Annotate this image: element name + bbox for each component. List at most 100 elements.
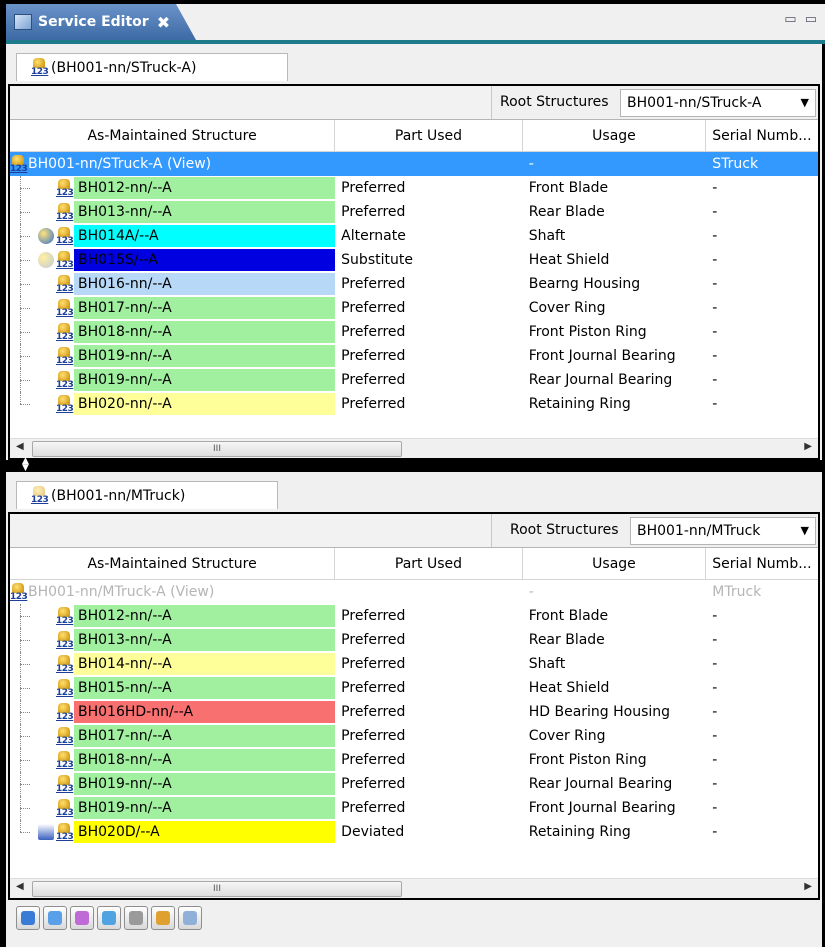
tree-connector xyxy=(20,260,30,261)
table-row[interactable]: 123 BH019-nn/--A Preferred Rear Journal Bea… xyxy=(10,368,818,392)
tree-connector xyxy=(20,284,30,285)
usage-cell: Rear Journal Bearing xyxy=(528,372,673,388)
part-used-cell: Preferred xyxy=(341,324,406,340)
top-horizontal-scrollbar[interactable]: ◀ III ▶ xyxy=(10,438,818,458)
column-header-usage[interactable]: Usage xyxy=(523,548,707,579)
top-structure-tab[interactable]: 123 (BH001-nn/STruck-A) xyxy=(16,53,288,81)
bottom-horizontal-scrollbar[interactable]: ◀ III ▶ xyxy=(10,878,818,898)
column-header-serial[interactable]: Serial Numb... xyxy=(706,120,818,151)
table-row[interactable]: 123 BH013-nn/--A Preferred Rear Blade - xyxy=(10,628,818,652)
serial-cell: - xyxy=(712,752,718,768)
column-header-serial[interactable]: Serial Numb... xyxy=(706,548,818,579)
editor-icon xyxy=(14,14,32,30)
table-row[interactable]: 123 BH015S/--A Substitute Heat Shield - xyxy=(10,248,818,272)
usage-cell: Retaining Ring xyxy=(528,824,631,840)
part-name: BH019-nn/--A xyxy=(74,369,336,391)
service-editor-tab[interactable]: Service Editor ✖ xyxy=(6,4,196,40)
table-row[interactable]: 123 BH017-nn/--A Preferred Cover Ring - xyxy=(10,724,818,748)
image-icon xyxy=(75,911,89,925)
table-row[interactable]: 123 BH019-nn/--A Preferred Rear Journal Bea… xyxy=(10,772,818,796)
navigate-button[interactable] xyxy=(16,906,40,930)
name-cell: 123 BH019-nn/--A xyxy=(10,368,336,392)
search-button[interactable] xyxy=(178,906,202,930)
name-cell: 123 BH018-nn/--A xyxy=(10,748,336,772)
table-row[interactable]: 123 BH015-nn/--A Preferred Heat Shield - xyxy=(10,676,818,700)
column-header-part-used[interactable]: Part Used xyxy=(335,548,523,579)
part-name: BH012-nn/--A xyxy=(74,605,336,627)
scroll-right-icon[interactable]: ▶ xyxy=(804,881,812,892)
name-cell: 123 BH014A/--A xyxy=(10,224,336,248)
part-used-cell: Preferred xyxy=(341,728,406,744)
name-cell: 123 BH014-nn/--A xyxy=(10,652,336,676)
name-cell: 123 BH017-nn/--A xyxy=(10,724,336,748)
part-name: BH016HD-nn/--A xyxy=(74,701,336,723)
root-table-row[interactable]: 123 BH001-nn/STruck-A (View) - STruck xyxy=(10,152,818,176)
table-row[interactable]: 123 BH017-nn/--A Preferred Cover Ring - xyxy=(10,296,818,320)
usage-cell: Rear Blade xyxy=(528,632,605,648)
tree-connector xyxy=(20,784,30,785)
bottom-structure-tab[interactable]: 123 (BH001-nn/MTruck) xyxy=(16,481,278,509)
part-used-cell: Preferred xyxy=(341,776,406,792)
serial-cell: - xyxy=(712,800,718,816)
table-row[interactable]: 123 BH019-nn/--A Preferred Front Journal Be… xyxy=(10,796,818,820)
usage-cell: Heat Shield xyxy=(528,680,610,696)
close-icon[interactable]: ✖ xyxy=(157,13,170,32)
table-row[interactable]: 123 BH020-nn/--A Preferred Retaining Ring - xyxy=(10,392,818,416)
part-123-icon: 123 xyxy=(56,275,74,294)
part-name: BH019-nn/--A xyxy=(74,345,336,367)
table-row[interactable]: 123 BH012-nn/--A Preferred Front Blade - xyxy=(10,604,818,628)
sash-arrows-icon[interactable]: ▲ ▼ xyxy=(22,457,29,473)
root-name-text: BH001-nn/STruck-A (View) xyxy=(28,156,212,172)
serial-cell: - xyxy=(712,300,718,316)
serial-cell: - xyxy=(712,656,718,672)
table-row[interactable]: 123 BH013-nn/--A Preferred Rear Blade - xyxy=(10,200,818,224)
minimize-maximize-icon[interactable]: ▭ ▭ xyxy=(784,12,819,27)
table-row[interactable]: 123 BH014A/--A Alternate Shaft - xyxy=(10,224,818,248)
scroll-left-icon[interactable]: ◀ xyxy=(16,441,24,452)
refresh-button[interactable] xyxy=(97,906,121,930)
table-row[interactable]: 123 BH016HD-nn/--A Preferred HD Bearing Hou… xyxy=(10,700,818,724)
tree-connector xyxy=(20,212,30,213)
dropdown-arrow-icon[interactable]: ▼ xyxy=(801,96,809,109)
top-root-structure-select[interactable]: BH001-nn/STruck-A ▼ xyxy=(620,89,816,117)
serial-cell: - xyxy=(712,824,718,840)
scroll-right-icon[interactable]: ▶ xyxy=(804,441,812,452)
part-icon xyxy=(156,911,170,925)
scroll-thumb[interactable]: III xyxy=(32,441,402,457)
serial-cell: - xyxy=(712,228,718,244)
root-table-row[interactable]: 123 BH001-nn/MTruck-A (View) - MTruck xyxy=(10,580,818,604)
scroll-left-icon[interactable]: ◀ xyxy=(16,881,24,892)
part-button[interactable] xyxy=(151,906,175,930)
search-icon xyxy=(183,911,197,925)
deviation-icon xyxy=(38,824,54,840)
copy-button[interactable] xyxy=(124,906,148,930)
part-name: BH020D/--A xyxy=(74,821,336,843)
part-123-icon: 123 xyxy=(56,655,74,674)
part-123-icon: 123 xyxy=(56,347,74,366)
bottom-root-structure-select[interactable]: BH001-nn/MTruck ▼ xyxy=(630,517,816,545)
dropdown-arrow-icon[interactable]: ▼ xyxy=(801,524,809,537)
part-123-icon: 123 xyxy=(56,251,74,270)
serial-cell: - xyxy=(712,680,718,696)
table-row[interactable]: 123 BH012-nn/--A Preferred Front Blade - xyxy=(10,176,818,200)
copy-icon xyxy=(129,911,143,925)
refresh-icon xyxy=(102,911,116,925)
table-row[interactable]: 123 BH020D/--A Deviated Retaining Ring - xyxy=(10,820,818,844)
scroll-thumb[interactable]: III xyxy=(32,881,402,897)
image-button[interactable] xyxy=(70,906,94,930)
column-header-usage[interactable]: Usage xyxy=(523,120,707,151)
column-header-name[interactable]: As-Maintained Structure xyxy=(10,548,336,579)
table-row[interactable]: 123 BH016-nn/--A Preferred Bearng Housing - xyxy=(10,272,818,296)
tree-connector xyxy=(20,832,30,833)
pane-sash[interactable]: ▲ ▼ xyxy=(6,457,822,473)
column-header-name[interactable]: As-Maintained Structure xyxy=(10,120,336,151)
tree-connector xyxy=(20,664,30,665)
new-document-button[interactable] xyxy=(43,906,67,930)
column-header-part-used[interactable]: Part Used xyxy=(335,120,523,151)
part-name: BH018-nn/--A xyxy=(74,321,336,343)
table-row[interactable]: 123 BH018-nn/--A Preferred Front Piston Rin… xyxy=(10,320,818,344)
table-row[interactable]: 123 BH014-nn/--A Preferred Shaft - xyxy=(10,652,818,676)
usage-cell: Shaft xyxy=(528,656,566,672)
table-row[interactable]: 123 BH019-nn/--A Preferred Front Journal Be… xyxy=(10,344,818,368)
table-row[interactable]: 123 BH018-nn/--A Preferred Front Piston Rin… xyxy=(10,748,818,772)
